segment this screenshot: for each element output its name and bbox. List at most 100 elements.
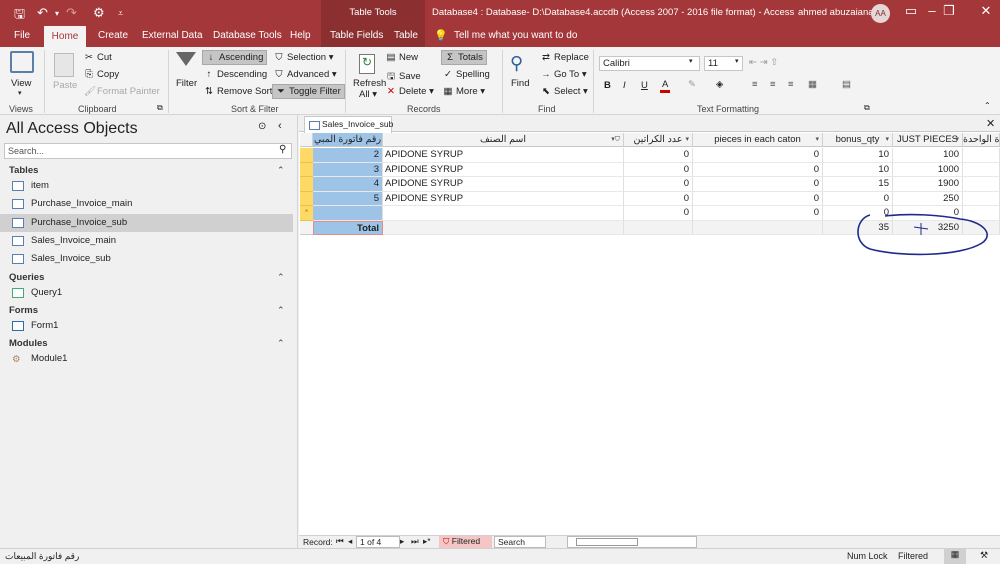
shutter-bar-icon[interactable]: ‹ — [278, 120, 282, 132]
select-icon[interactable]: ⬉ — [541, 86, 551, 97]
column-header-bonus-qty[interactable]: bonus_qty ▾ — [823, 133, 893, 147]
font-dropdown-icon[interactable]: ▾ — [689, 57, 693, 65]
row-selector[interactable] — [300, 162, 313, 177]
record-search-input[interactable]: Search — [494, 536, 546, 548]
font-color-icon[interactable]: A — [660, 79, 671, 93]
advanced-icon[interactable]: ⛉ — [274, 69, 284, 80]
size-dropdown-icon[interactable]: ▾ — [735, 57, 739, 65]
toggle-filter-icon[interactable]: ⏷ — [276, 86, 286, 97]
previous-record-icon[interactable]: ◂ — [348, 536, 352, 547]
table-cell[interactable]: 10 — [823, 148, 893, 163]
table-cell[interactable] — [963, 162, 1000, 177]
collapse-icon[interactable]: ⌃ — [277, 165, 285, 176]
row-selector[interactable] — [300, 148, 313, 163]
delete-icon[interactable]: ✕ — [386, 86, 396, 97]
table-cell[interactable]: 0 — [624, 191, 693, 206]
table-cell[interactable]: 0 — [693, 148, 823, 163]
table-cell[interactable] — [963, 148, 1000, 163]
undo-icon[interactable]: ↶ — [37, 5, 48, 21]
next-record-icon[interactable]: ▸ — [400, 536, 404, 547]
table-cell[interactable]: APIDONE SYRUP — [383, 177, 624, 192]
column-header-item-name[interactable]: اسم الصنف ▾⛉ — [383, 133, 624, 147]
table-cell[interactable]: 100 — [893, 148, 963, 163]
selection-icon[interactable]: ⛉ — [274, 52, 284, 63]
collapse-ribbon-icon[interactable]: ⌃ — [984, 101, 991, 110]
table-cell[interactable]: 4 — [313, 177, 383, 192]
totals-row-label[interactable]: Total — [313, 220, 383, 235]
table-cell[interactable]: 0 — [693, 177, 823, 192]
nav-query-query1[interactable]: Query1 — [0, 284, 293, 302]
save-record-icon[interactable]: 🖫 — [386, 69, 396, 85]
goto-button[interactable]: Go To — [554, 69, 579, 80]
scrollbar-thumb[interactable] — [576, 538, 638, 546]
table-cell[interactable]: 0 — [624, 206, 693, 221]
goto-icon[interactable]: → — [541, 69, 551, 80]
tab-database-tools[interactable]: Database Tools — [213, 30, 282, 41]
dropdown-icon[interactable]: ▾ — [955, 133, 959, 146]
restore-icon[interactable]: ❐ — [938, 3, 960, 19]
customize-icon[interactable]: ⚙ — [93, 5, 105, 21]
align-center-icon[interactable]: ≡ — [770, 79, 776, 90]
refresh-icon[interactable]: ↻ — [359, 54, 375, 74]
save-icon[interactable]: 🖫 — [14, 5, 25, 27]
text-format-launcher-icon[interactable]: ⧉ — [864, 103, 870, 113]
spelling-icon[interactable]: ✓ — [443, 69, 453, 80]
advanced-button[interactable]: Advanced — [287, 69, 329, 80]
underline-button[interactable]: U — [641, 80, 648, 91]
new-record-nav-icon[interactable]: ▸* — [423, 536, 431, 547]
tab-create[interactable]: Create — [98, 30, 128, 41]
descending-button[interactable]: Descending — [217, 69, 267, 80]
column-header-pieces-per-carton[interactable]: pieces in each caton ▾ — [693, 133, 823, 147]
design-view-icon[interactable]: ⚒ — [980, 550, 988, 561]
nav-table-item[interactable]: item — [0, 177, 293, 195]
table-cell[interactable]: 0 — [693, 191, 823, 206]
nav-menu-icon[interactable]: ⊙ — [258, 121, 266, 132]
table-cell[interactable]: 0 — [693, 206, 823, 221]
last-record-icon[interactable]: ⏭ — [411, 536, 419, 547]
remove-sort-icon[interactable]: ⇅ — [204, 86, 214, 97]
selection-button[interactable]: Selection — [287, 52, 326, 63]
cut-button[interactable]: Cut — [97, 52, 112, 63]
table-cell[interactable] — [383, 206, 624, 221]
table-cell[interactable]: 0 — [624, 148, 693, 163]
dropdown-icon[interactable]: ▾ — [815, 133, 819, 146]
table-cell[interactable]: 250 — [893, 191, 963, 206]
close-document-icon[interactable]: ✕ — [986, 117, 995, 130]
column-header-just-pieces[interactable]: JUST PIECES ▾ — [893, 133, 963, 147]
horizontal-scrollbar[interactable] — [567, 536, 697, 548]
tab-table[interactable]: Table — [394, 30, 418, 41]
nav-table-sales-invoice-sub[interactable]: Sales_Invoice_sub — [0, 250, 293, 268]
table-cell[interactable]: 10 — [823, 162, 893, 177]
table-cell[interactable]: 3 — [313, 162, 383, 177]
row-selector[interactable]: * — [300, 206, 313, 221]
sort-ascending-icon[interactable]: ↓ — [206, 52, 216, 63]
nav-form-form1[interactable]: Form1 — [0, 317, 293, 335]
section-queries[interactable]: Queries — [9, 272, 44, 283]
format-painter-button[interactable]: Format Painter — [97, 86, 160, 97]
nav-table-sales-invoice-main[interactable]: Sales_Invoice_main — [0, 232, 293, 250]
bold-button[interactable]: B — [604, 80, 611, 91]
replace-button[interactable]: Replace — [554, 52, 589, 63]
nav-module-module1[interactable]: ⚙ Module1 — [0, 350, 293, 368]
table-cell[interactable]: APIDONE SYRUP — [383, 191, 624, 206]
totals-button[interactable]: Totals — [458, 52, 483, 63]
delete-button[interactable]: Delete — [399, 86, 426, 97]
tab-help[interactable]: Help — [290, 30, 311, 41]
paste-button[interactable]: Paste — [53, 80, 77, 91]
avatar[interactable]: AA — [871, 4, 890, 23]
collapse-icon[interactable]: ⌃ — [277, 338, 285, 349]
copy-icon[interactable]: ⎘ — [84, 69, 94, 80]
table-cell[interactable]: APIDONE SYRUP — [383, 148, 624, 163]
collapse-icon[interactable]: ⌃ — [277, 305, 285, 316]
current-record-field[interactable]: 1 of 4 — [356, 536, 400, 548]
section-tables[interactable]: Tables — [9, 165, 38, 176]
filter-applied-icon[interactable]: ▾⛉ — [611, 133, 620, 146]
find-icon[interactable]: ⚲ — [510, 53, 523, 74]
table-cell[interactable]: 2 — [313, 148, 383, 163]
fill-color-icon[interactable]: ◈ — [716, 79, 723, 90]
filter-icon[interactable] — [176, 52, 196, 66]
filter-button[interactable]: Filter — [176, 78, 197, 89]
table-cell[interactable]: 1000 — [893, 162, 963, 177]
nav-table-purchase-invoice-sub[interactable]: Purchase_Invoice_sub — [0, 214, 293, 232]
gridlines-icon[interactable]: ▦ — [808, 79, 817, 90]
